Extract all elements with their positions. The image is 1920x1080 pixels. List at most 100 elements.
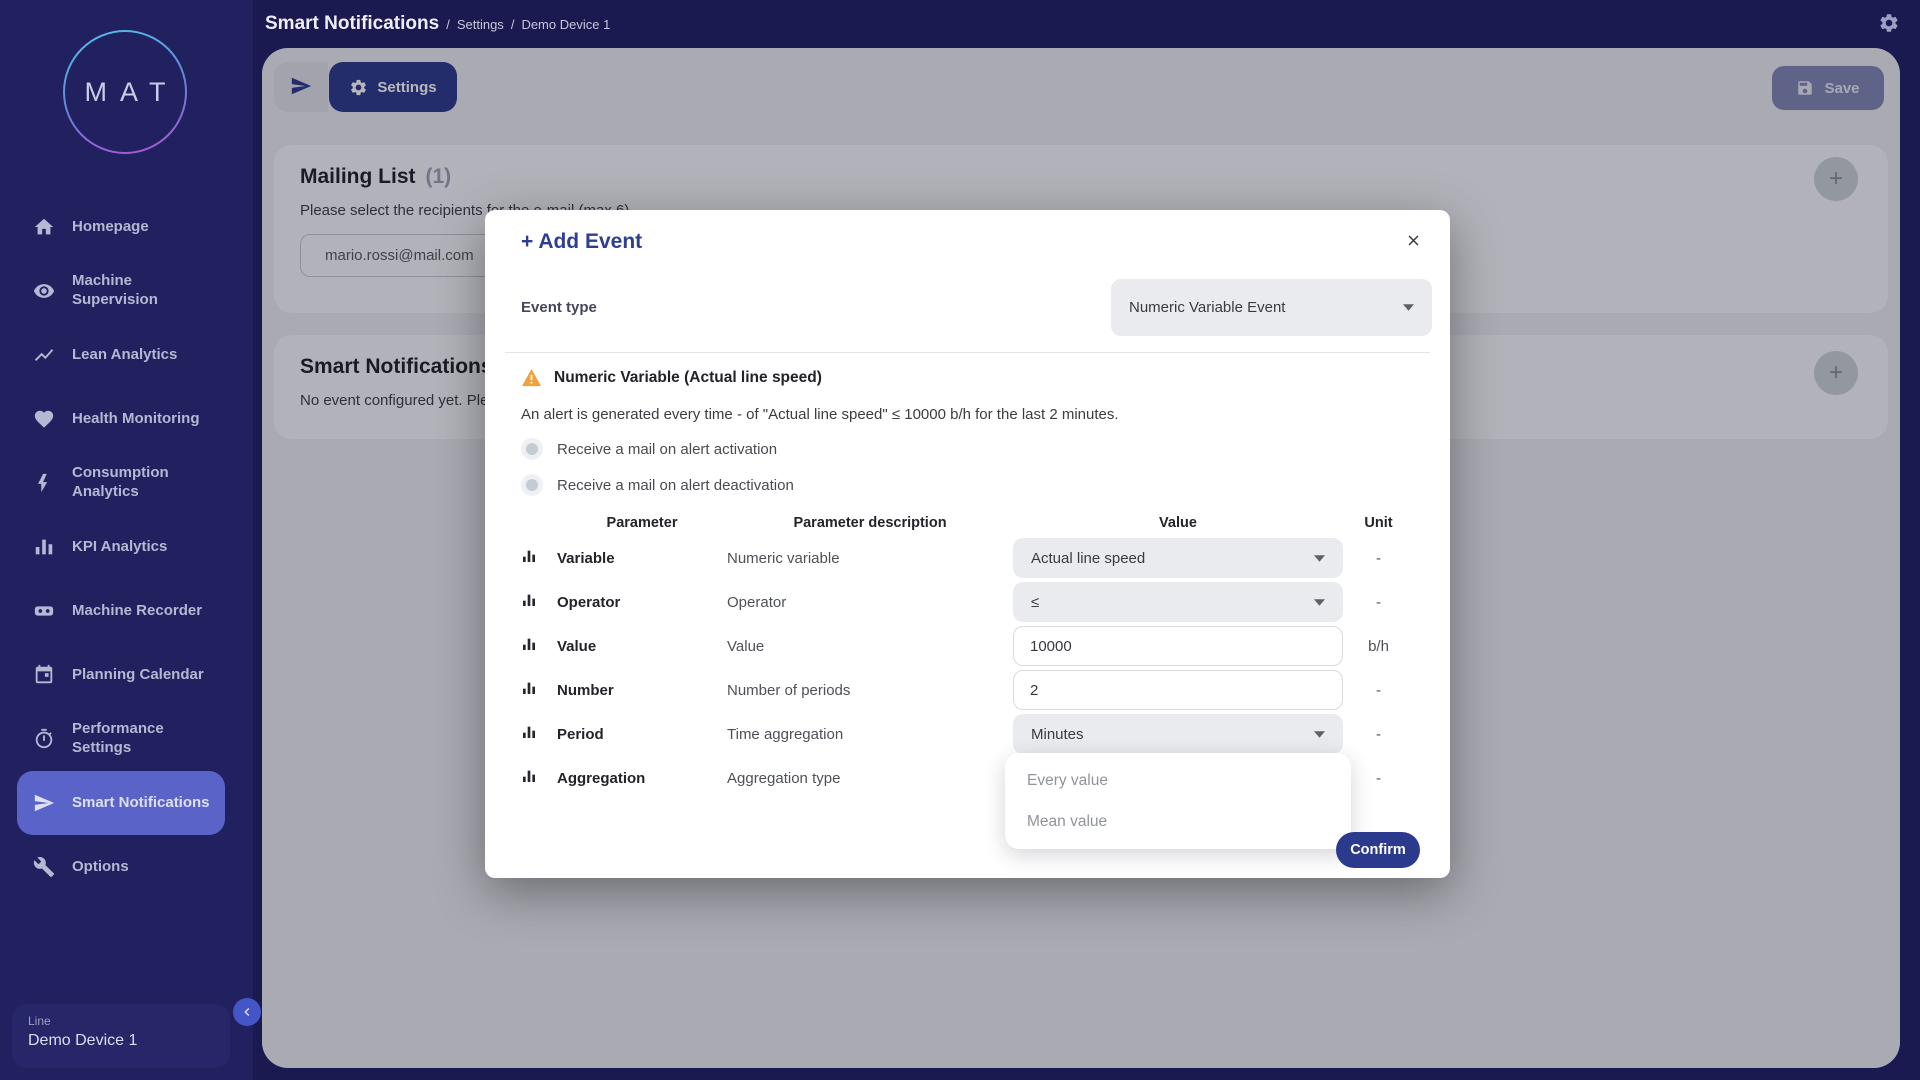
- sidebar-item-label: Lean Analytics: [72, 346, 217, 365]
- sidebar-item-homepage[interactable]: Homepage: [0, 195, 253, 259]
- radio-icon: [521, 474, 543, 496]
- sidebar-item-label: Machine Recorder: [72, 602, 217, 621]
- sidebar-item-label: Performance Settings: [72, 720, 217, 758]
- row-description: Aggregation type: [727, 770, 1013, 787]
- brand-logo: MAT: [63, 30, 187, 154]
- recorder-icon: [33, 600, 55, 622]
- bar-chart-icon: [521, 724, 557, 745]
- breadcrumb-separator: /: [446, 17, 450, 32]
- period-select[interactable]: Minutes: [1013, 714, 1343, 754]
- row-description: Number of periods: [727, 682, 1013, 699]
- header-parameter-description: Parameter description: [727, 515, 1013, 531]
- sidebar-item-label: KPI Analytics: [72, 538, 217, 557]
- value-input[interactable]: [1013, 626, 1343, 666]
- table-row: Variable Numeric variable Actual line sp…: [521, 536, 1414, 580]
- header-value: Value: [1013, 515, 1343, 531]
- table-row: Value Value b/h: [521, 624, 1414, 668]
- sidebar-item-label: Smart Notifications: [72, 794, 217, 813]
- aggregation-dropdown-menu: Every value Mean value: [1005, 753, 1351, 849]
- breadcrumb-separator: /: [511, 17, 515, 32]
- eye-icon: [33, 280, 55, 302]
- sidebar-item-health-monitoring[interactable]: Health Monitoring: [0, 387, 253, 451]
- sidebar-item-label: Planning Calendar: [72, 666, 217, 685]
- row-description: Time aggregation: [727, 726, 1013, 743]
- radio-label: Receive a mail on alert activation: [557, 441, 777, 458]
- event-type-value: Numeric Variable Event: [1129, 299, 1403, 316]
- paper-plane-icon: [33, 792, 55, 814]
- settings-gear-button[interactable]: [1878, 12, 1900, 37]
- heart-pulse-icon: [33, 408, 55, 430]
- row-name: Period: [557, 726, 727, 743]
- row-unit: -: [1343, 770, 1414, 787]
- number-of-periods-input[interactable]: [1013, 670, 1343, 710]
- sidebar-item-smart-notifications[interactable]: Smart Notifications: [17, 771, 225, 835]
- sidebar-nav: Homepage Machine Supervision Lean Analyt…: [0, 195, 253, 899]
- device-panel[interactable]: Line Demo Device 1: [12, 1004, 230, 1068]
- event-type-select[interactable]: Numeric Variable Event: [1111, 279, 1432, 336]
- table-header: Parameter Parameter description Value Un…: [521, 510, 1414, 536]
- warning-row: Numeric Variable (Actual line speed): [521, 368, 822, 387]
- sidebar-item-label: Homepage: [72, 218, 217, 237]
- row-description: Numeric variable: [727, 550, 1013, 567]
- modal-title: + Add Event: [521, 230, 642, 254]
- variable-select[interactable]: Actual line speed: [1013, 538, 1343, 578]
- breadcrumb-item-settings[interactable]: Settings: [457, 17, 504, 32]
- radio-alert-activation[interactable]: Receive a mail on alert activation: [521, 438, 777, 460]
- row-name: Operator: [557, 594, 727, 611]
- row-description: Value: [727, 638, 1013, 655]
- home-icon: [33, 216, 55, 238]
- table-row: Period Time aggregation Minutes -: [521, 712, 1414, 756]
- bar-chart-icon: [33, 536, 55, 558]
- row-unit: -: [1343, 726, 1414, 743]
- row-unit: -: [1343, 594, 1414, 611]
- bar-chart-icon: [521, 680, 557, 701]
- chevron-down-icon: [1314, 599, 1325, 606]
- radio-label: Receive a mail on alert deactivation: [557, 477, 794, 494]
- trend-icon: [33, 344, 55, 366]
- sidebar-item-planning-calendar[interactable]: Planning Calendar: [0, 643, 253, 707]
- breadcrumb-title: Smart Notifications: [265, 13, 439, 35]
- variable-select-value: Actual line speed: [1031, 550, 1314, 567]
- sidebar-item-options[interactable]: Options: [0, 835, 253, 899]
- chevron-down-icon: [1403, 304, 1414, 311]
- bolt-icon: [33, 472, 55, 494]
- bar-chart-icon: [521, 636, 557, 657]
- row-name: Aggregation: [557, 770, 727, 787]
- radio-alert-deactivation[interactable]: Receive a mail on alert deactivation: [521, 474, 794, 496]
- breadcrumb-item-device[interactable]: Demo Device 1: [521, 17, 610, 32]
- chevron-down-icon: [1314, 731, 1325, 738]
- sidebar-item-machine-recorder[interactable]: Machine Recorder: [0, 579, 253, 643]
- app-root: MAT Homepage Machine Supervision Lean An…: [0, 0, 1920, 1080]
- warning-title: Numeric Variable (Actual line speed): [554, 369, 822, 387]
- row-unit: -: [1343, 682, 1414, 699]
- device-panel-value: Demo Device 1: [28, 1032, 214, 1050]
- sidebar-collapse-button[interactable]: [233, 998, 261, 1026]
- modal-close-button[interactable]: [1405, 232, 1422, 252]
- chevron-down-icon: [1314, 555, 1325, 562]
- dropdown-option-every-value[interactable]: Every value: [1005, 760, 1351, 801]
- bar-chart-icon: [521, 548, 557, 569]
- row-unit: -: [1343, 550, 1414, 567]
- radio-icon: [521, 438, 543, 460]
- calendar-icon: [33, 664, 55, 686]
- gear-icon: [1878, 12, 1900, 34]
- confirm-button[interactable]: Confirm: [1336, 832, 1420, 868]
- sidebar-item-performance-settings[interactable]: Performance Settings: [0, 707, 253, 771]
- operator-select[interactable]: ≤: [1013, 582, 1343, 622]
- sidebar-item-kpi-analytics[interactable]: KPI Analytics: [0, 515, 253, 579]
- brand-text: MAT: [85, 77, 179, 108]
- table-row: Number Number of periods -: [521, 668, 1414, 712]
- stopwatch-icon: [33, 728, 55, 750]
- sidebar-item-machine-supervision[interactable]: Machine Supervision: [0, 259, 253, 323]
- alert-description: An alert is generated every time - of "A…: [521, 406, 1119, 423]
- sidebar-item-consumption-analytics[interactable]: Consumption Analytics: [0, 451, 253, 515]
- topbar: Smart Notifications / Settings / Demo De…: [253, 0, 1920, 48]
- sidebar-item-lean-analytics[interactable]: Lean Analytics: [0, 323, 253, 387]
- bar-chart-icon: [521, 592, 557, 613]
- row-name: Variable: [557, 550, 727, 567]
- row-name: Number: [557, 682, 727, 699]
- header-unit: Unit: [1343, 515, 1414, 531]
- chevron-left-icon: [239, 1004, 255, 1020]
- row-description: Operator: [727, 594, 1013, 611]
- dropdown-option-mean-value[interactable]: Mean value: [1005, 801, 1351, 842]
